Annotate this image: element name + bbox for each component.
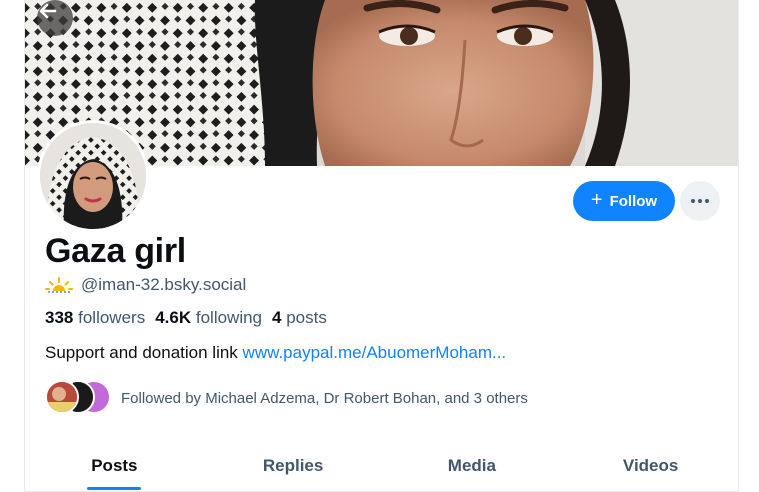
profile-handle[interactable]: @iman-32.bsky.social <box>81 275 246 295</box>
profile-stats: 338 followers 4.6K following 4 posts <box>45 308 327 328</box>
profile-screen: + Follow Gaza girl @iman-32.bsky.social … <box>24 0 739 492</box>
avatar-image <box>40 123 146 229</box>
tab-posts[interactable]: Posts <box>25 440 204 491</box>
back-button[interactable] <box>37 0 73 36</box>
profile-tabs: Posts Replies Media Videos <box>25 440 738 492</box>
bio-text: Support and donation link <box>45 343 238 362</box>
tab-media[interactable]: Media <box>383 440 562 491</box>
mutual-avatar <box>45 380 79 414</box>
bio-link[interactable]: www.paypal.me/AbuomerMoham... <box>243 343 507 362</box>
mutual-avatars <box>45 380 111 416</box>
tab-replies[interactable]: Replies <box>204 440 383 491</box>
followers-stat[interactable]: 338 followers <box>45 308 145 328</box>
profile-bio: Support and donation link www.paypal.me/… <box>45 343 506 363</box>
plus-icon: + <box>590 189 603 211</box>
tab-videos[interactable]: Videos <box>561 440 738 491</box>
more-options-button[interactable] <box>680 181 720 221</box>
profile-avatar[interactable] <box>37 120 149 232</box>
posts-stat: 4 posts <box>272 308 327 327</box>
followed-by-row[interactable]: Followed by Michael Adzema, Dr Robert Bo… <box>45 380 528 416</box>
following-stat[interactable]: 4.6K following <box>155 308 262 328</box>
display-name: Gaza girl <box>45 232 186 270</box>
ellipsis-icon <box>691 199 709 203</box>
sunrise-icon <box>45 277 73 293</box>
handle-row: @iman-32.bsky.social <box>45 275 246 295</box>
follow-label: Follow <box>609 192 658 210</box>
arrow-left-icon <box>39 3 57 19</box>
follow-button[interactable]: + Follow <box>573 181 675 221</box>
followed-by-text: Followed by Michael Adzema, Dr Robert Bo… <box>121 389 528 407</box>
